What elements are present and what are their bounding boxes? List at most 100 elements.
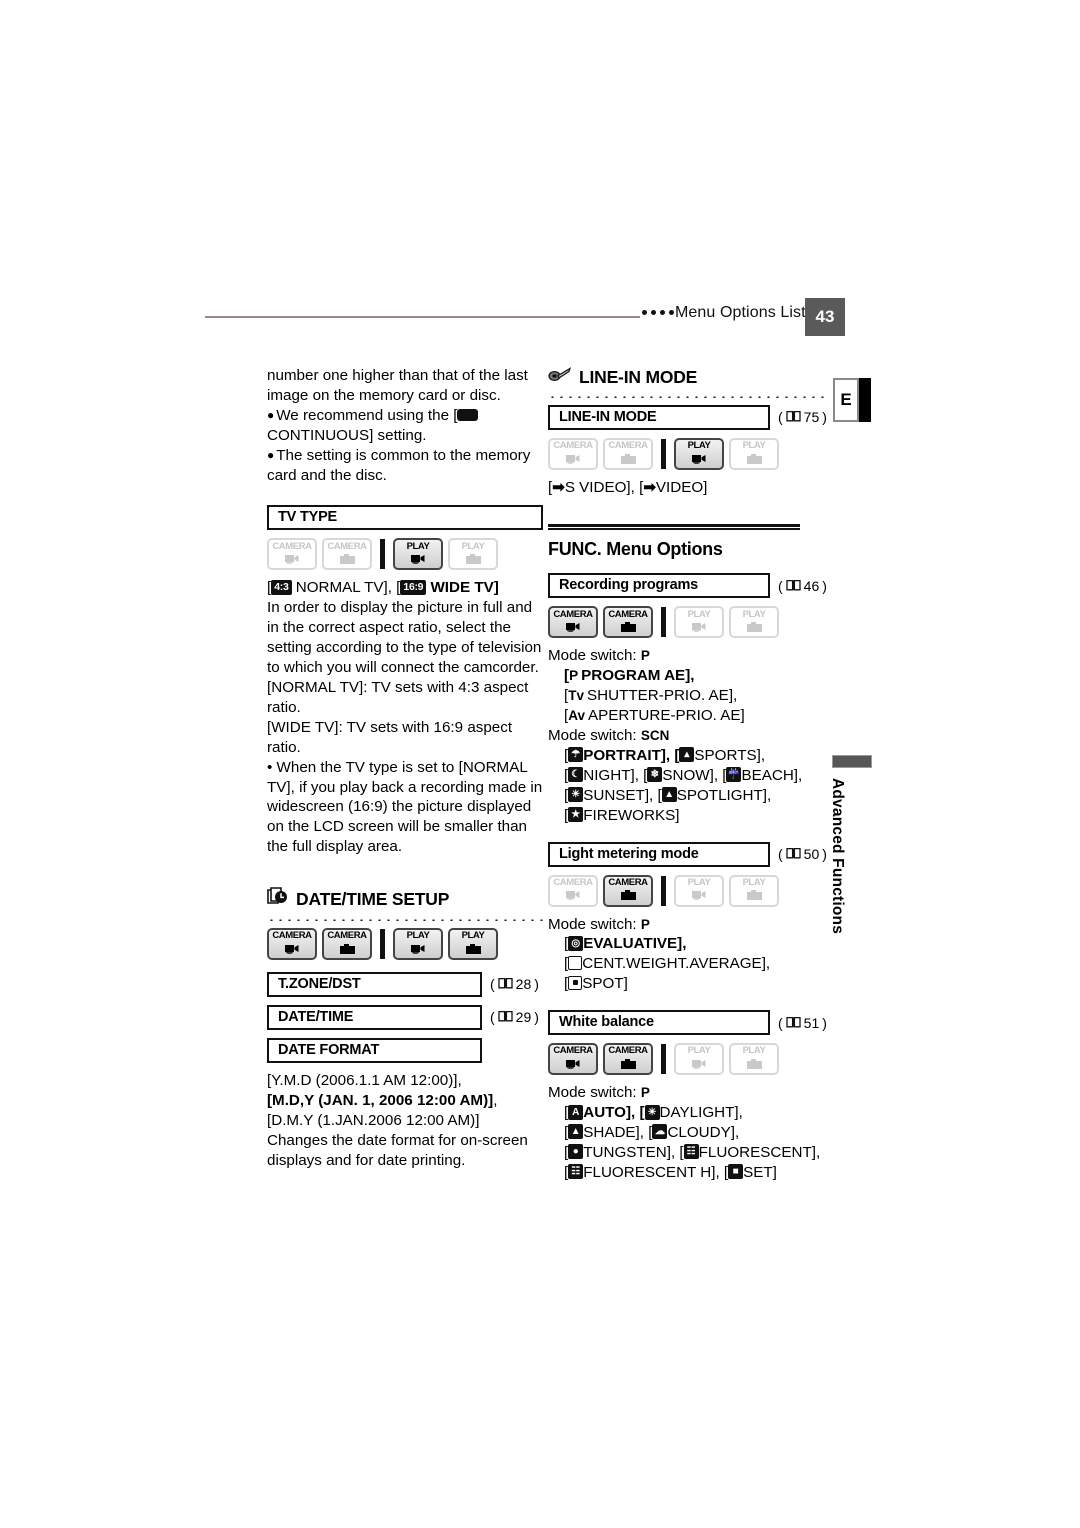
tv-type-menu-box[interactable]: TV TYPE: [267, 505, 543, 531]
mode-play-video-button[interactable]: PLAY: [674, 874, 724, 907]
date-time-row[interactable]: DATE/TIME ( 29): [267, 1005, 543, 1031]
recording-programs-mode-strip: CAMERA CAMERA PLAY PLAY: [548, 606, 828, 639]
mode-camera-photo-button[interactable]: CAMERA: [603, 606, 653, 639]
wb-options-line-2: [▲ SHADE], [☁ CLOUDY],: [564, 1124, 740, 1141]
option-aperture-prio: [Av APERTURE-PRIO. AE]: [564, 707, 745, 725]
date-format-option-2-tail: ,: [493, 1091, 498, 1109]
mode-button-label: CAMERA: [553, 608, 593, 620]
mode-button-label: PLAY: [742, 440, 766, 452]
recording-programs-mode-switch-1: Mode switch: P: [548, 646, 828, 666]
custom-white-balance-set-icon: ■: [728, 1164, 744, 1180]
mode-play-video-button[interactable]: PLAY: [674, 437, 724, 470]
camcorder-icon: [565, 452, 582, 467]
light-metering-menu-box[interactable]: Light metering mode: [548, 841, 770, 867]
still-camera-icon: [620, 888, 636, 903]
mode-camera-video-button[interactable]: CAMERA: [548, 606, 598, 639]
mode-button-label: PLAY: [687, 876, 711, 888]
intro-line-1: number one higher than that of the last: [267, 367, 528, 384]
camcorder-icon: [284, 552, 301, 567]
mode-button-label: CAMERA: [553, 876, 593, 888]
mode-camera-video-button[interactable]: CAMERA: [548, 437, 598, 470]
mode-button-label: PLAY: [406, 540, 430, 552]
scn-options-line-1: [☂ PORTRAIT], [▴ SPORTS],: [564, 746, 766, 764]
white-balance-mode-strip: CAMERA CAMERA PLAY PLAY: [548, 1043, 828, 1076]
mode-play-photo-button[interactable]: PLAY: [729, 1043, 779, 1076]
header-rule: [205, 316, 640, 318]
still-camera-icon: [746, 452, 762, 467]
mode-camera-video-button[interactable]: CAMERA: [548, 874, 598, 907]
camcorder-icon: [691, 620, 708, 635]
func-menu-title: FUNC. Menu Options: [548, 538, 723, 559]
mode-play-video-button[interactable]: PLAY: [674, 1043, 724, 1076]
line-in-mode-row[interactable]: LINE-IN MODE ( 75): [548, 404, 828, 430]
mode-button-label: CAMERA: [553, 440, 593, 452]
white-balance-menu-box[interactable]: White balance: [548, 1010, 770, 1036]
date-time-menu-box[interactable]: DATE/TIME: [267, 1005, 482, 1031]
still-camera-icon: [339, 552, 355, 567]
arrow-right-icon: ➡: [552, 478, 565, 496]
continuous-icon: [457, 408, 479, 421]
wb-options-line-4: [☷ FLUORESCENT H], [■ SET]: [564, 1163, 777, 1181]
mode-camera-video-button[interactable]: CAMERA: [548, 1043, 598, 1076]
mode-play-video-button[interactable]: PLAY: [393, 538, 443, 571]
mode-button-label: CAMERA: [608, 608, 648, 620]
center-weighted-metering-icon: [568, 956, 583, 971]
option-cent-weight: [CENT.WEIGHT.AVERAGE],: [564, 955, 771, 973]
option-cloudy-text: CLOUDY],: [667, 1124, 740, 1141]
sports-icon: ▴: [679, 747, 695, 763]
mode-camera-photo-button[interactable]: CAMERA: [603, 1043, 653, 1076]
tzone-dst-row[interactable]: T.ZONE/DST ( 28): [267, 972, 543, 998]
option-evaluative-text: EVALUATIVE],: [583, 935, 687, 953]
tv-type-options: [4:3 NORMAL TV], [16:9 WIDE TV]: [267, 578, 543, 598]
document-page: Menu Options Lists 43 E Advanced Functio…: [0, 0, 1080, 1528]
mode-button-label: PLAY: [461, 540, 485, 552]
date-format-option-3: [D.M.Y (1.JAN.2006 12:00 AM)]: [267, 1111, 480, 1129]
tv-type-mode-strip: CAMERA CAMERA PLAY PLAY: [267, 538, 543, 571]
mode-camera-photo-button[interactable]: CAMERA: [322, 538, 372, 571]
light-metering-row[interactable]: Light metering mode ( 50): [548, 841, 828, 867]
line-in-mode-page-ref: ( 75): [778, 409, 827, 426]
recording-programs-row[interactable]: Recording programs ( 46): [548, 573, 828, 599]
mode-play-video-button[interactable]: PLAY: [393, 928, 443, 961]
mode-camera-photo-button[interactable]: CAMERA: [603, 437, 653, 470]
mode-play-photo-button[interactable]: PLAY: [729, 606, 779, 639]
tv-type-menu-row[interactable]: TV TYPE: [267, 505, 543, 531]
mode-camera-video-button[interactable]: CAMERA: [267, 928, 317, 961]
mode-play-photo-button[interactable]: PLAY: [729, 437, 779, 470]
mode-play-photo-button[interactable]: PLAY: [448, 928, 498, 961]
mode-camera-photo-button[interactable]: CAMERA: [603, 874, 653, 907]
option-snow-text: SNOW], [: [662, 766, 727, 784]
sunset-icon: ☀: [568, 787, 584, 803]
mode-button-label: PLAY: [461, 930, 485, 942]
mode-play-photo-button[interactable]: PLAY: [729, 874, 779, 907]
date-format-menu-box[interactable]: DATE FORMAT: [267, 1038, 482, 1064]
option-spotlight-text: SPOTLIGHT],: [676, 786, 772, 804]
option-program-ae-text: PROGRAM AE],: [581, 667, 695, 685]
evaluative-metering-icon: ◎: [568, 935, 584, 951]
mode-switch-label: Mode switch:: [548, 1084, 637, 1102]
date-time-setup-heading: DATE/TIME SETUP: [267, 887, 543, 912]
line-in-mode-menu-box[interactable]: LINE-IN MODE: [548, 404, 770, 430]
mode-play-photo-button[interactable]: PLAY: [448, 538, 498, 571]
option-daylight-text: DAYLIGHT],: [659, 1104, 743, 1122]
tungsten-icon: ●: [568, 1144, 584, 1160]
option-shutter-prio: [Tv SHUTTER-PRIO. AE],: [564, 687, 738, 705]
bullet-dot-icon: ●: [267, 407, 275, 422]
option-portrait-text: PORTRAIT], [: [583, 746, 680, 764]
mode-camera-video-button[interactable]: CAMERA: [267, 538, 317, 571]
recording-programs-menu-box[interactable]: Recording programs: [548, 573, 770, 599]
white-balance-row[interactable]: White balance ( 51): [548, 1010, 828, 1036]
tv-type-body-1: In order to display the picture in full …: [267, 599, 542, 677]
recording-programs-mode-switch-2: Mode switch: SCN: [548, 726, 828, 746]
mode-play-video-button[interactable]: PLAY: [674, 606, 724, 639]
tzone-dst-menu-box[interactable]: T.ZONE/DST: [267, 972, 482, 998]
date-format-option-1: [Y.M.D (2006.1.1 AM 12:00)],: [267, 1072, 462, 1090]
light-metering-page-ref: ( 50): [778, 845, 827, 862]
intro-bullet-1: ● We recommend using the [: [267, 406, 543, 426]
cloudy-icon: ☁: [652, 1124, 668, 1140]
option-tungsten-text: TUNGSTEN], [: [583, 1143, 684, 1161]
mode-camera-photo-button[interactable]: CAMERA: [322, 928, 372, 961]
date-time-page-ref: ( 29): [490, 1009, 539, 1026]
date-format-row[interactable]: DATE FORMAT: [267, 1038, 543, 1064]
program-ae-marker: P: [569, 668, 579, 684]
